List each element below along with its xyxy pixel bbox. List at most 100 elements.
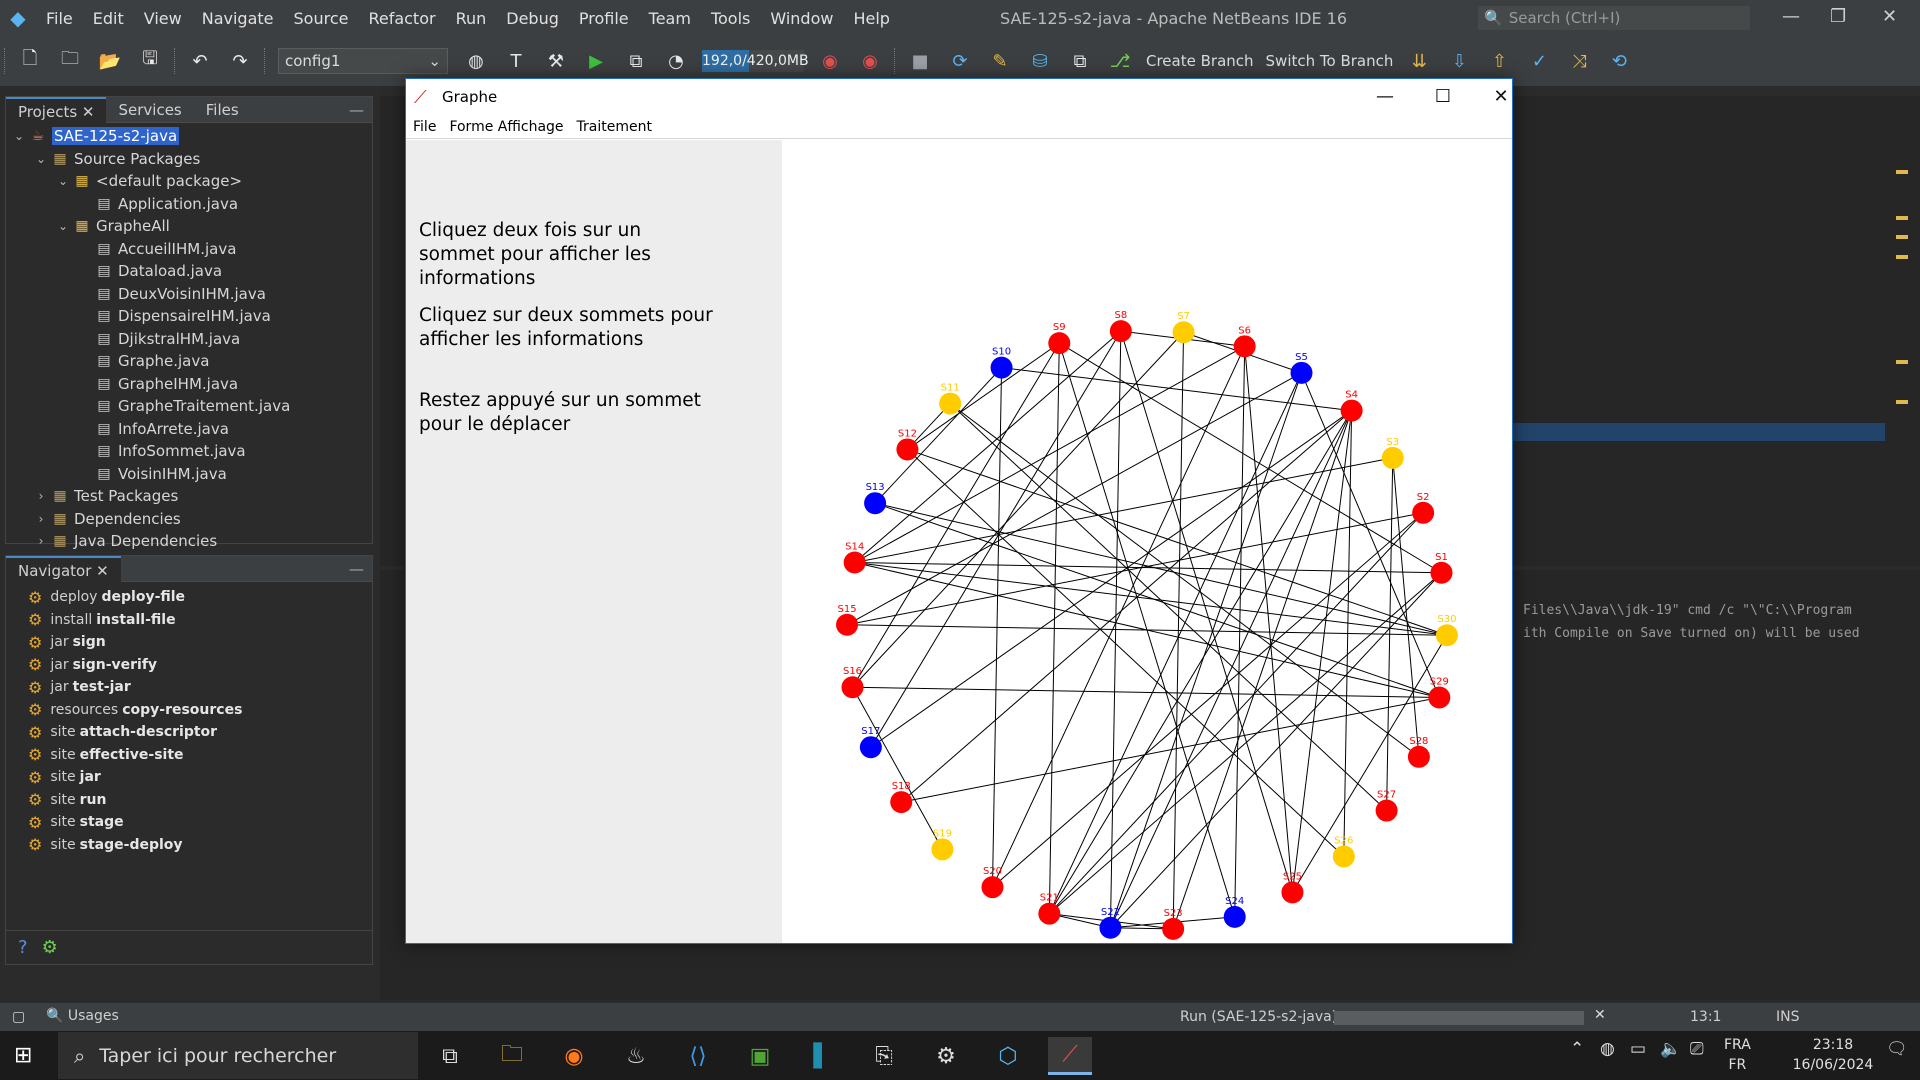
vscode-icon[interactable]: ⟨⟩ [676,1037,720,1075]
tree-item[interactable]: ▤ Graphe.java [6,350,372,373]
graph-edge[interactable] [852,686,1440,698]
tree-item[interactable]: ▤ GrapheTraitement.java [6,395,372,418]
config-select[interactable]: config1 ⌄ [278,48,448,74]
error-stripe-mark[interactable] [1896,360,1908,364]
navigator-goal[interactable]: ⚙ site attach-descriptor [6,721,372,744]
menu-navigate[interactable]: Navigate [192,9,284,28]
chevron-down-icon[interactable]: ⌄ [54,219,72,233]
graph-edge[interactable] [1048,372,1302,914]
graph-vertex[interactable] [981,876,1004,899]
graph-edge[interactable] [874,502,1448,636]
graph-vertex[interactable] [1430,561,1453,584]
windows-start-icon[interactable]: ⊞ [14,1043,32,1068]
notifications-icon[interactable]: 🗨 [1886,1039,1908,1059]
git-icon[interactable]: ⎇ [1106,47,1134,75]
chevron-right-icon[interactable]: › [32,534,50,548]
commit-icon[interactable]: ✓ [1525,47,1553,75]
graph-svg[interactable]: S1 S2 S3 S4 S5 S6 S7 S8 S9 S10 S11 S12 S13 S14 S15 S16 S… [782,140,1512,943]
firefox-icon[interactable]: ◉ [552,1037,596,1075]
tree-item[interactable]: ⌄ ☕ SAE-125-s2-java [6,125,372,148]
debug-icon[interactable]: ⧉ [622,47,650,75]
navigator-goal[interactable]: ⚙ jar sign [6,631,372,654]
navigator-goal[interactable]: ⚙ install install-file [6,609,372,632]
graph-canvas[interactable]: S1 S2 S3 S4 S5 S6 S7 S8 S9 S10 S11 S12 S13 S14 S15 S16 S… [782,140,1512,943]
minimize-button[interactable]: — [1782,6,1800,27]
steam-icon[interactable]: ♨ [614,1037,658,1075]
open-project-icon[interactable]: 📂 [96,47,124,75]
navigator-goal[interactable]: ⚙ jar sign-verify [6,654,372,677]
graphe-minimize-button[interactable]: — [1362,83,1408,111]
menu-profile[interactable]: Profile [569,9,639,28]
error-stripe-mark[interactable] [1896,400,1908,404]
graph-edge[interactable] [854,457,1393,564]
navigator-goal[interactable]: ⚙ site effective-site [6,744,372,767]
volume-icon[interactable]: 🔈 [1660,1039,1681,1059]
graph-edge[interactable] [907,342,1060,450]
graph-edge[interactable] [949,403,1387,811]
graphe-maximize-button[interactable]: ☐ [1420,83,1466,111]
graphe-close-button[interactable]: ✕ [1478,83,1524,111]
graph-edge[interactable] [852,687,943,850]
tree-item[interactable]: ▤ DeuxVoisinIHM.java [6,283,372,306]
history-icon[interactable]: ⟲ [1605,47,1633,75]
fetch-icon[interactable]: ⇊ [1405,47,1433,75]
build-hammer-icon[interactable]: T [502,47,530,75]
error-stripe-mark[interactable] [1896,216,1908,220]
graph-edge[interactable] [846,512,1424,626]
redo-icon[interactable]: ↷ [226,47,254,75]
graph-vertex[interactable] [990,356,1013,379]
settings-icon[interactable]: ⚙ [924,1037,968,1075]
chevron-right-icon[interactable]: › [32,489,50,503]
chevron-right-icon[interactable]: › [32,512,50,526]
graph-vertex[interactable] [1340,399,1363,422]
minimize-panel-icon[interactable]: — [349,560,364,578]
tree-item[interactable]: ▤ InfoSommet.java [6,440,372,463]
save-all-icon[interactable]: 🖫 [136,47,164,75]
push-icon[interactable]: ⇧ [1485,47,1513,75]
menu-tools[interactable]: Tools [701,9,760,28]
usages-tab[interactable]: 🔍 Usages [46,1008,119,1024]
graph-edge[interactable] [1110,572,1442,929]
graph-vertex[interactable] [843,551,866,574]
run-icon[interactable]: ▶ [582,47,610,75]
minecraft-icon[interactable]: ▣ [738,1037,782,1075]
graph-vertex[interactable] [836,613,859,636]
app-icon[interactable]: ▌ [800,1037,844,1075]
navigator-goal[interactable]: ⚙ resources copy-resources [6,699,372,722]
navigator-goal[interactable]: ⚙ site stage-deploy [6,834,372,857]
create-branch-button[interactable]: Create Branch [1140,52,1260,70]
graph-edge[interactable] [1049,572,1442,915]
graph-edge[interactable] [874,502,1440,698]
graph-edge[interactable] [1244,346,1293,893]
graph-vertex[interactable] [1038,902,1061,925]
error-stripe-mark[interactable] [1896,235,1908,239]
tree-item[interactable]: › ▦ Test Packages [6,485,372,508]
menu-help[interactable]: Help [843,9,899,28]
graph-edge[interactable] [1392,457,1420,757]
graph-edge[interactable] [1291,410,1353,893]
graph-vertex[interactable] [896,438,919,461]
taskbar-search-box[interactable]: ⌕ Taper ici pour rechercher [58,1032,418,1079]
gc-icon[interactable]: ◉ [816,47,844,75]
tree-item[interactable]: ▤ Application.java [6,193,372,216]
graph-vertex[interactable] [1407,745,1430,768]
graph-vertex[interactable] [1281,881,1304,904]
menu-team[interactable]: Team [639,9,701,28]
navigator-goal[interactable]: ⚙ jar test-jar [6,676,372,699]
display-icon[interactable]: ⎚ [1690,1039,1704,1059]
graph-edge[interactable] [1048,410,1353,914]
graph-edge[interactable] [907,449,1345,857]
graph-vertex[interactable] [1412,501,1435,524]
file-explorer-icon[interactable]: 🗀 [490,1037,534,1075]
netbeans-cube-icon[interactable]: ⬡ [986,1037,1030,1075]
graph-vertex[interactable] [1233,335,1256,358]
graph-vertex[interactable] [859,736,882,759]
tree-item[interactable]: › ▦ Dependencies [6,508,372,531]
tree-item[interactable]: ⌄ ▦ Source Packages [6,148,372,171]
graph-vertex[interactable] [864,492,887,515]
tree-item[interactable]: ▤ VoisinIHM.java [6,463,372,486]
graph-edge[interactable] [1109,372,1302,928]
sync-icon[interactable]: ⟳ [946,47,974,75]
edit-icon[interactable]: ✎ [986,47,1014,75]
globe-icon[interactable]: ◍ [462,47,490,75]
